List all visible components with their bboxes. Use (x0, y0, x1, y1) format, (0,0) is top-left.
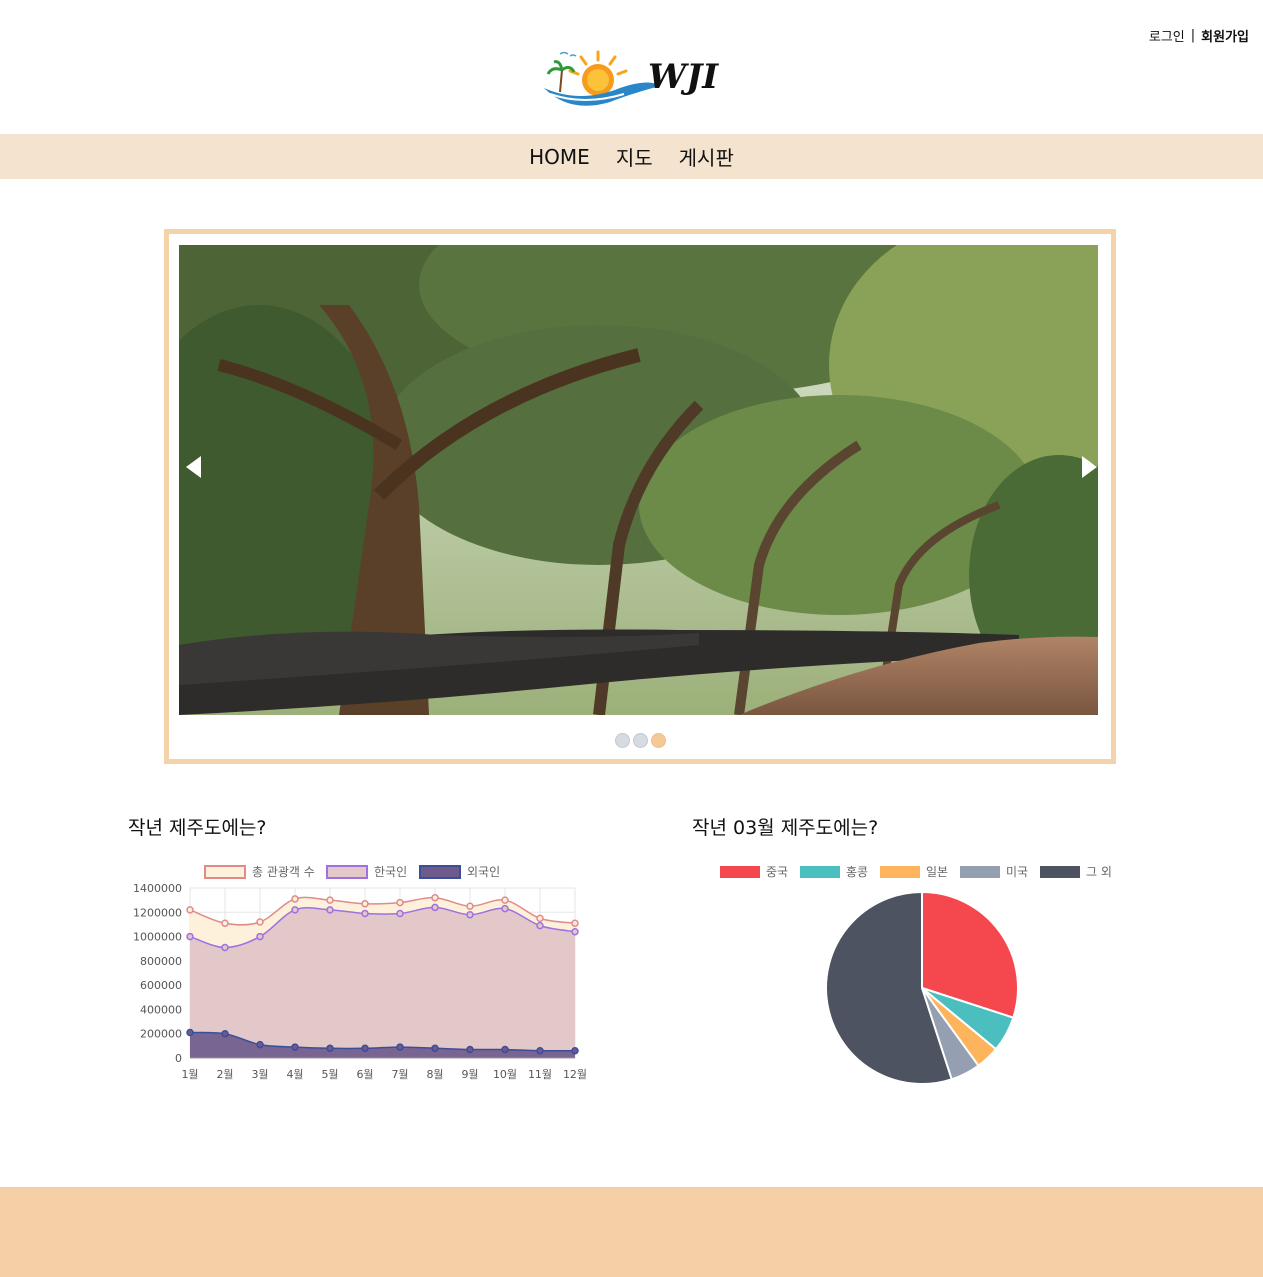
legend-label: 외국인 (467, 865, 500, 879)
data-point[interactable] (186, 906, 194, 914)
signup-link[interactable]: 회원가입 (1201, 26, 1249, 45)
legend-label: 중국 (766, 865, 788, 879)
data-point[interactable] (501, 896, 509, 904)
x-tick-label: 10월 (493, 1068, 517, 1081)
y-tick-label: 0 (175, 1052, 182, 1065)
data-point[interactable] (536, 921, 544, 930)
nav-board[interactable]: 게시판 (679, 142, 734, 171)
y-tick-label: 200000 (140, 1028, 182, 1041)
legend-swatch[interactable] (419, 865, 461, 879)
legend-swatch[interactable] (326, 865, 368, 879)
data-point[interactable] (221, 919, 229, 927)
data-point[interactable] (466, 910, 474, 919)
data-point[interactable] (256, 918, 264, 926)
x-tick-label: 4월 (286, 1068, 303, 1081)
data-point[interactable] (256, 1040, 264, 1049)
x-tick-label: 2월 (216, 1068, 233, 1081)
legend-label: 한국인 (374, 865, 407, 879)
legend-swatch[interactable] (800, 866, 840, 878)
x-tick-label: 1월 (181, 1068, 198, 1081)
data-point[interactable] (326, 1044, 334, 1053)
slider-dot-3[interactable] (651, 733, 666, 748)
legend-label: 총 관광객 수 (252, 865, 315, 879)
visitors-line-chart: 총 관광객 수 한국인 외국인 0 200000 400000 600000 800000 10… (133, 865, 587, 1081)
legend-swatch[interactable] (720, 866, 760, 878)
data-point[interactable] (396, 909, 404, 918)
main-nav: HOME 지도 게시판 (0, 134, 1263, 179)
image-slider (164, 229, 1116, 764)
link-separator: | (1190, 28, 1196, 43)
data-point[interactable] (291, 895, 299, 903)
top-links: 로그인 | 회원가입 (1149, 26, 1249, 45)
slider-dot-2[interactable] (633, 733, 648, 748)
y-tick-label: 600000 (140, 979, 182, 992)
x-tick-label: 6월 (356, 1068, 373, 1081)
yearly-stats-title: 작년 제주도에는? (128, 817, 267, 839)
x-tick-label: 11월 (528, 1068, 552, 1081)
legend-label: 홍콩 (846, 865, 868, 879)
data-point[interactable] (431, 1044, 439, 1053)
legend-label: 미국 (1006, 865, 1028, 879)
nav-map[interactable]: 지도 (616, 142, 653, 171)
data-point[interactable] (361, 900, 369, 908)
data-point[interactable] (571, 1046, 579, 1055)
data-point[interactable] (536, 914, 544, 923)
data-point[interactable] (396, 1043, 404, 1051)
y-tick-label: 400000 (140, 1003, 182, 1016)
y-tick-label: 1200000 (133, 906, 182, 919)
y-tick-label: 1400000 (133, 882, 182, 895)
data-point[interactable] (221, 1029, 229, 1038)
data-point[interactable] (361, 1044, 369, 1053)
legend-swatch[interactable] (880, 866, 920, 878)
data-point[interactable] (431, 893, 439, 902)
data-point[interactable] (571, 919, 579, 927)
x-tick-label: 5월 (321, 1068, 338, 1081)
legend-swatch[interactable] (960, 866, 1000, 878)
x-tick-label: 7월 (391, 1068, 408, 1081)
data-point[interactable] (501, 1045, 509, 1054)
data-point[interactable] (291, 1043, 299, 1051)
login-link[interactable]: 로그인 (1149, 26, 1185, 45)
x-tick-label: 3월 (251, 1068, 268, 1081)
site-logo[interactable]: WJI (540, 48, 740, 112)
legend-label: 일본 (926, 865, 948, 879)
x-tick-label: 12월 (563, 1068, 587, 1081)
logo-icon: WJI (544, 50, 719, 106)
data-point[interactable] (361, 909, 369, 918)
footer (0, 1187, 1263, 1277)
slider-next-arrow-icon[interactable] (1082, 456, 1097, 478)
data-point[interactable] (431, 903, 439, 912)
data-point[interactable] (466, 902, 474, 910)
nav-home[interactable]: HOME (529, 145, 590, 169)
monthly-stats-title: 작년 03월 제주도에는? (692, 817, 879, 839)
logo-text: WJI (648, 57, 719, 97)
legend-label: 그 외 (1086, 865, 1112, 879)
slider-dots (615, 733, 666, 748)
forest-path-photo-icon (179, 245, 1098, 715)
legend-swatch[interactable] (204, 865, 246, 879)
legend-swatch[interactable] (1040, 866, 1080, 878)
data-point[interactable] (221, 943, 229, 952)
slider-dot-1[interactable] (615, 733, 630, 748)
data-point[interactable] (571, 927, 579, 936)
data-point[interactable] (256, 932, 264, 941)
data-point[interactable] (466, 1045, 474, 1054)
y-tick-label: 1000000 (133, 931, 182, 944)
country-pie-chart: 중국 홍콩 일본 미국 그 외 (720, 865, 1112, 1085)
y-tick-label: 800000 (140, 955, 182, 968)
slide-image (179, 245, 1098, 715)
data-point[interactable] (186, 1028, 194, 1037)
x-tick-label: 9월 (461, 1068, 478, 1081)
data-point[interactable] (536, 1046, 544, 1055)
data-point[interactable] (501, 904, 509, 913)
data-point[interactable] (396, 898, 404, 907)
slider-prev-arrow-icon[interactable] (186, 456, 201, 478)
data-point[interactable] (326, 896, 334, 904)
x-tick-label: 8월 (426, 1068, 443, 1081)
data-point[interactable] (291, 906, 299, 914)
data-point[interactable] (326, 906, 334, 914)
data-point[interactable] (186, 932, 194, 941)
